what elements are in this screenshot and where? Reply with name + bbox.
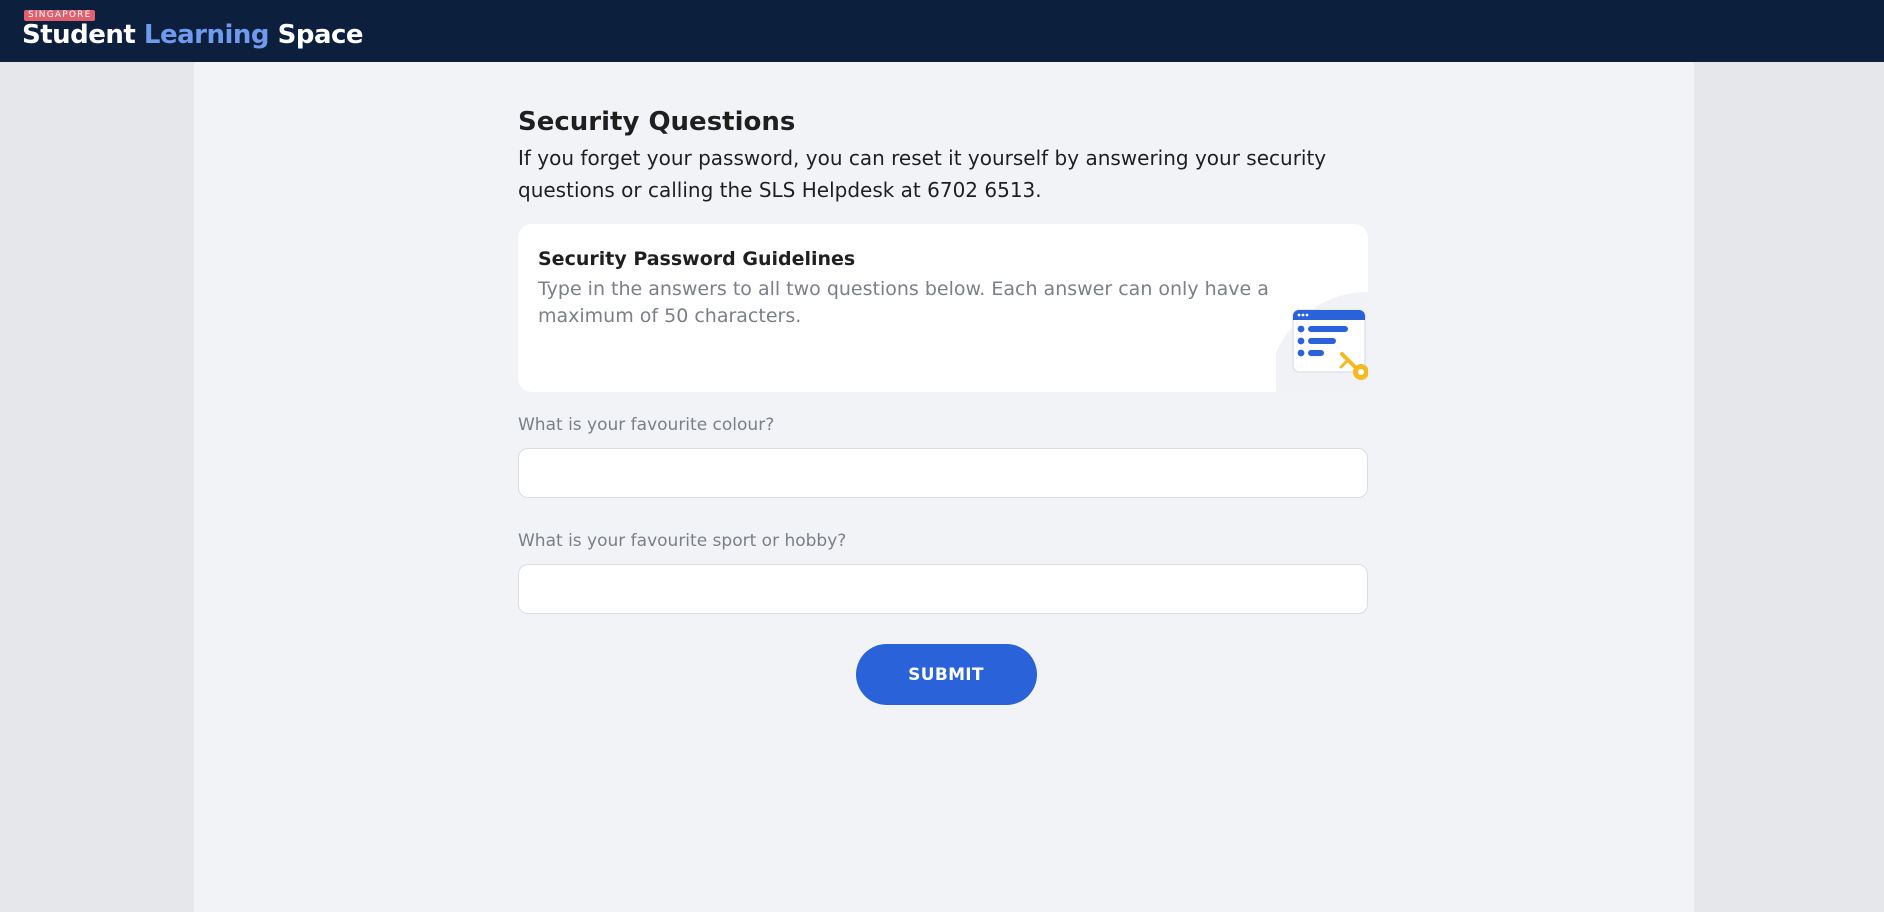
main-content: Security Questions If you forget your pa… — [194, 62, 1694, 912]
question-2-label: What is your favourite sport or hobby? — [518, 531, 847, 551]
question-1-answer-input[interactable] — [518, 448, 1368, 498]
submit-container: SUBMIT — [518, 644, 1368, 705]
form-key-illustration-icon — [1276, 292, 1368, 392]
guidelines-card: Security Password Guidelines Type in the… — [518, 224, 1368, 392]
question-1-label: What is your favourite colour? — [518, 415, 775, 435]
guidelines-title: Security Password Guidelines — [538, 248, 856, 270]
logo-word-learning: Learning — [143, 20, 270, 50]
page-title: Security Questions — [518, 107, 796, 137]
security-form: Security Questions If you forget your pa… — [518, 104, 1368, 705]
top-bar: SINGAPORE Student Learning Space — [0, 0, 1884, 62]
submit-button[interactable]: SUBMIT — [855, 644, 1037, 705]
logo-word-space: Space — [277, 20, 364, 50]
logo-wordmark: Student Learning Space — [22, 20, 364, 50]
intro-text: If you forget your password, you can res… — [518, 146, 1327, 202]
guidelines-text: Type in the answers to all two questions… — [538, 278, 1269, 327]
logo-word-student: Student — [22, 20, 136, 50]
question-2-answer-input[interactable] — [518, 564, 1368, 614]
